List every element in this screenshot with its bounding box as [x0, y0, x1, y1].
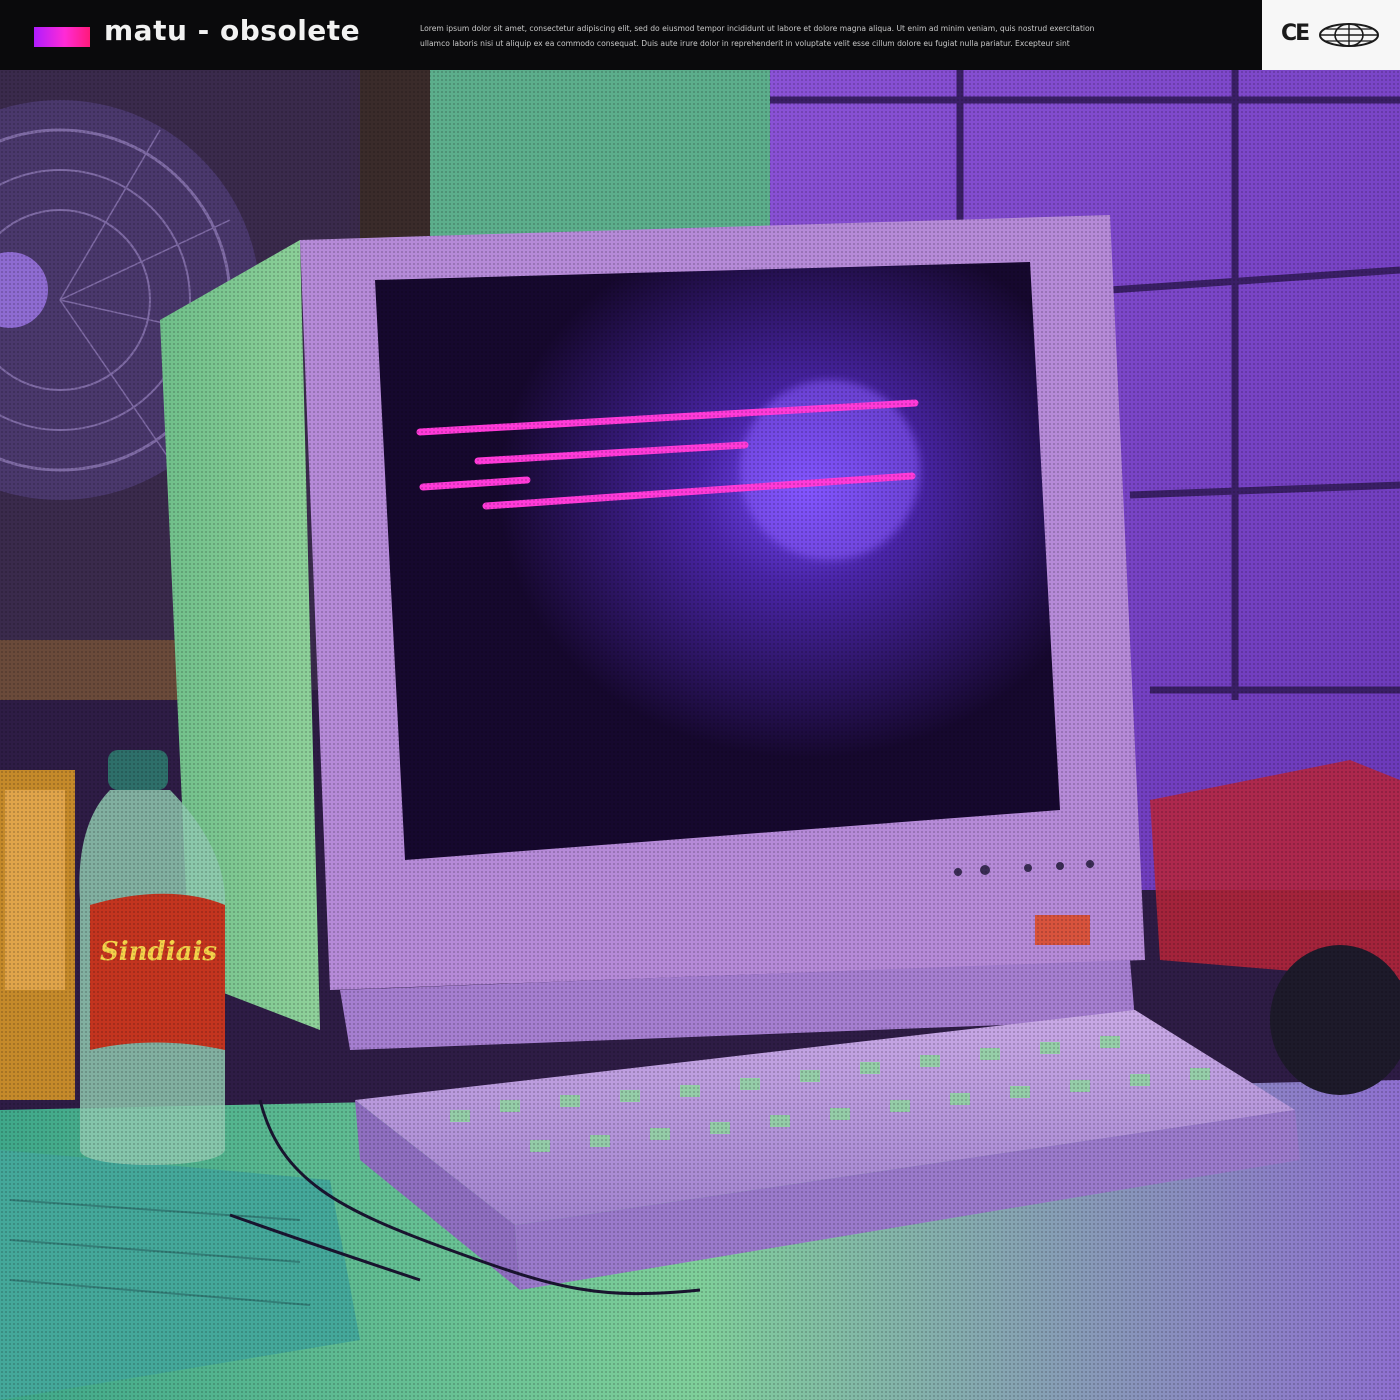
lorem-line-1: Lorem ipsum dolor sit amet, consectetur … — [420, 24, 1095, 33]
bottle-label: Sindiais — [100, 937, 217, 967]
cabinet — [0, 770, 75, 1100]
lorem-text: Lorem ipsum dolor sit amet, consectetur … — [420, 21, 1160, 51]
album-title: matu - obsolete — [104, 14, 361, 47]
album-cover: matu - obsolete Lorem ipsum dolor sit am… — [0, 0, 1400, 1400]
globe-icon — [1319, 23, 1379, 47]
photo-scene: Sindiais — [0, 70, 1400, 1400]
header-bar: matu - obsolete Lorem ipsum dolor sit am… — [0, 0, 1400, 70]
color-swatch — [34, 27, 90, 47]
lorem-line-2: ullamco laboris nisi ut aliquip ex ea co… — [420, 39, 1070, 48]
crt-monitor — [160, 215, 1145, 1050]
ce-mark: CE — [1281, 21, 1310, 46]
